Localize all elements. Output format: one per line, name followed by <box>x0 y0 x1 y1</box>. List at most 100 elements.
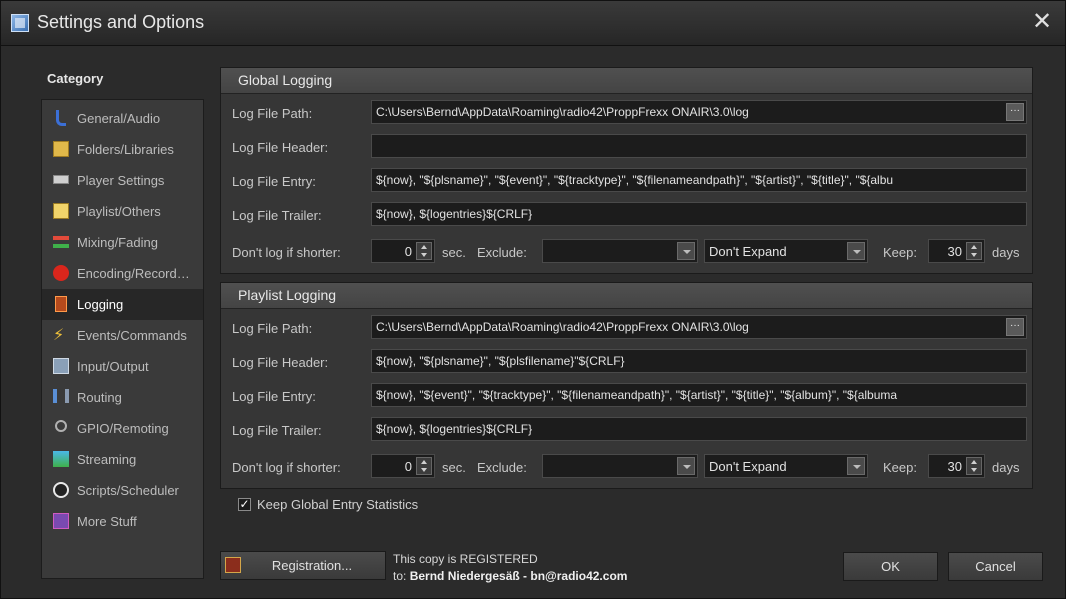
expand-dropdown[interactable]: Don't Expand <box>704 239 868 263</box>
sidebar-item-routing[interactable]: Routing <box>42 382 203 413</box>
days-label: days <box>992 460 1020 475</box>
chevron-down-icon[interactable] <box>677 242 695 260</box>
min-length-label: Don't log if shorter: <box>232 460 341 475</box>
sidebar-item-label: More Stuff <box>77 514 137 529</box>
sidebar-item-gpio[interactable]: GPIO/Remoting <box>42 413 203 444</box>
playlist-icon <box>53 203 69 219</box>
sidebar-item-label: Player Settings <box>77 173 165 188</box>
log-trailer-label: Log File Trailer: <box>232 208 322 223</box>
sidebar-item-events[interactable]: ⚡ Events/Commands <box>42 320 203 351</box>
sidebar-item-label: GPIO/Remoting <box>77 421 169 436</box>
sidebar-item-input-output[interactable]: Input/Output <box>42 351 203 382</box>
group-header: Playlist Logging <box>221 283 1032 309</box>
keep-label: Keep: <box>883 245 917 260</box>
log-path-label: Log File Path: <box>232 321 313 336</box>
more-stuff-icon <box>53 513 69 529</box>
gpio-icon <box>55 420 67 432</box>
sidebar-item-label: General/Audio <box>77 111 161 126</box>
streaming-icon <box>53 451 69 467</box>
registered-to: Bernd Niedergesäß - bn@radio42.com <box>409 569 628 583</box>
browse-button[interactable]: ··· <box>1006 318 1024 336</box>
sidebar-item-streaming[interactable]: Streaming <box>42 444 203 475</box>
chevron-down-icon[interactable] <box>847 457 865 475</box>
sec-label: sec. <box>442 245 466 260</box>
registration-status: This copy is REGISTERED <box>393 552 538 566</box>
log-path-value: C:\Users\Bernd\AppData\Roaming\radio42\P… <box>376 320 749 334</box>
expand-dropdown[interactable]: Don't Expand <box>704 454 868 478</box>
mixing-icon <box>53 236 69 248</box>
log-path-field[interactable]: C:\Users\Bernd\AppData\Roaming\radio42\P… <box>371 100 1027 124</box>
log-trailer-field[interactable]: ${now}, ${logentries}${CRLF} <box>371 202 1027 226</box>
sidebar-item-playlist[interactable]: Playlist/Others <box>42 196 203 227</box>
category-heading: Category <box>47 71 104 86</box>
sidebar-item-encoding[interactable]: Encoding/Record… <box>42 258 203 289</box>
stepper-arrows-icon[interactable] <box>416 242 432 260</box>
min-length-value: 0 <box>404 244 412 259</box>
keep-label: Keep: <box>883 460 917 475</box>
log-path-field[interactable]: C:\Users\Bernd\AppData\Roaming\radio42\P… <box>371 315 1027 339</box>
log-path-label: Log File Path: <box>232 106 313 121</box>
cancel-button[interactable]: Cancel <box>948 552 1043 581</box>
chevron-down-icon[interactable] <box>847 242 865 260</box>
registration-button[interactable]: Registration... <box>220 551 386 580</box>
to-prefix: to: <box>393 569 410 583</box>
sidebar-item-label: Encoding/Record… <box>77 266 190 281</box>
global-logging-group: Global Logging Log File Path: C:\Users\B… <box>220 67 1033 274</box>
browse-button[interactable]: ··· <box>1006 103 1024 121</box>
keep-stats-checkbox[interactable]: ✓ <box>238 498 251 511</box>
sidebar-item-scripts[interactable]: Scripts/Scheduler <box>42 475 203 506</box>
log-header-label: Log File Header: <box>232 355 329 370</box>
folder-icon <box>53 141 69 157</box>
sidebar-item-label: Folders/Libraries <box>77 142 174 157</box>
stepper-arrows-icon[interactable] <box>416 457 432 475</box>
days-label: days <box>992 245 1020 260</box>
stepper-arrows-icon[interactable] <box>966 457 982 475</box>
sidebar-item-label: Routing <box>77 390 122 405</box>
player-icon <box>53 175 69 184</box>
keep-days-stepper[interactable]: 30 <box>928 239 985 263</box>
log-header-field[interactable]: ${now}, "${plsname}", "${plsfilename}"${… <box>371 349 1027 373</box>
sidebar-item-player-settings[interactable]: Player Settings <box>42 165 203 196</box>
log-entry-field[interactable]: ${now}, "${plsname}", "${event}", "${tra… <box>371 168 1027 192</box>
ok-button[interactable]: OK <box>843 552 938 581</box>
log-entry-label: Log File Entry: <box>232 174 316 189</box>
settings-window: Settings and Options ✕ Category General/… <box>0 0 1066 599</box>
sidebar-item-general-audio[interactable]: General/Audio <box>42 103 203 134</box>
music-note-icon <box>56 110 66 126</box>
sidebar-item-folders[interactable]: Folders/Libraries <box>42 134 203 165</box>
app-icon <box>11 14 29 32</box>
log-trailer-field[interactable]: ${now}, ${logentries}${CRLF} <box>371 417 1027 441</box>
exclude-label: Exclude: <box>477 245 527 260</box>
sidebar-item-mixing[interactable]: Mixing/Fading <box>42 227 203 258</box>
min-length-stepper[interactable]: 0 <box>371 454 435 478</box>
sec-label: sec. <box>442 460 466 475</box>
min-length-stepper[interactable]: 0 <box>371 239 435 263</box>
expand-value: Don't Expand <box>709 244 787 259</box>
exclude-label: Exclude: <box>477 460 527 475</box>
log-header-field[interactable] <box>371 134 1027 158</box>
sidebar-item-logging[interactable]: Logging <box>42 289 203 320</box>
sidebar-item-more-stuff[interactable]: More Stuff <box>42 506 203 537</box>
title-bar: Settings and Options ✕ <box>1 1 1065 46</box>
keep-stats-label: Keep Global Entry Statistics <box>257 497 419 512</box>
expand-value: Don't Expand <box>709 459 787 474</box>
sidebar-item-label: Scripts/Scheduler <box>77 483 179 498</box>
sidebar-item-label: Streaming <box>77 452 137 467</box>
chevron-down-icon[interactable] <box>677 457 695 475</box>
sidebar-item-label: Events/Commands <box>77 328 187 343</box>
sidebar-item-label: Playlist/Others <box>77 204 161 219</box>
exclude-dropdown[interactable] <box>542 239 698 263</box>
close-icon[interactable]: ✕ <box>1029 8 1055 36</box>
stepper-arrows-icon[interactable] <box>966 242 982 260</box>
keep-days-stepper[interactable]: 30 <box>928 454 985 478</box>
log-entry-label: Log File Entry: <box>232 389 316 404</box>
exclude-dropdown[interactable] <box>542 454 698 478</box>
min-length-value: 0 <box>404 459 412 474</box>
input-output-icon <box>53 358 69 374</box>
registration-icon <box>225 557 241 573</box>
log-entry-field[interactable]: ${now}, "${event}", "${tracktype}", "${f… <box>371 383 1027 407</box>
sidebar-item-label: Input/Output <box>77 359 149 374</box>
keep-days-value: 30 <box>947 459 962 474</box>
keep-days-value: 30 <box>947 244 962 259</box>
group-title: Global Logging <box>238 72 333 88</box>
